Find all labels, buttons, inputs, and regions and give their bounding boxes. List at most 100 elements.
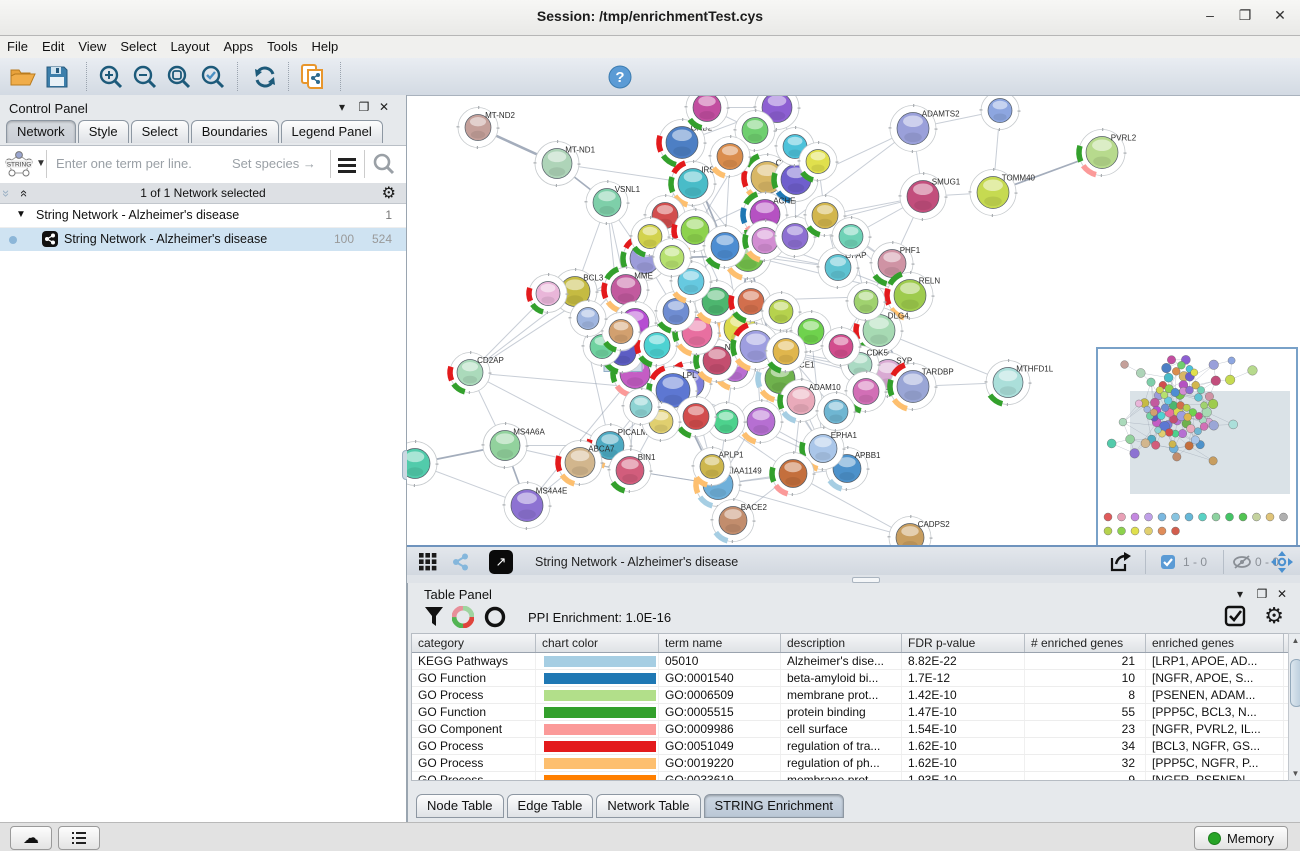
table-row[interactable]: GO FunctionGO:0005515protein binding1.47…	[412, 704, 1288, 721]
network-collection-row[interactable]: ▼ String Network - Alzheimer's disease 1	[0, 204, 406, 228]
refresh-icon[interactable]	[250, 62, 280, 91]
cloud-tasks-button[interactable]: ☁	[10, 826, 52, 850]
network-node[interactable]	[704, 226, 746, 268]
selected-nodes-checkbox-icon[interactable]	[1155, 550, 1181, 574]
network-node-vsnl1[interactable]: VSNL1	[586, 182, 641, 224]
network-node-tardbp[interactable]: TARDBP	[890, 364, 954, 410]
tab-legend-panel[interactable]: Legend Panel	[281, 120, 383, 143]
maximize-button[interactable]: ❐	[1230, 7, 1260, 27]
network-node-bace2[interactable]: BACE2	[712, 500, 767, 542]
network-node-mthfd1l[interactable]: MTHFD1L	[986, 361, 1054, 405]
network-node-irs1[interactable]: IRS1	[671, 162, 720, 206]
network-node[interactable]	[799, 143, 837, 181]
network-node-ms4a4a[interactable]: MS4A4A	[407, 442, 437, 486]
enrichment-table[interactable]: categorychart colorterm namedescriptionF…	[411, 633, 1289, 781]
zoom-out-icon[interactable]	[130, 62, 160, 91]
table-tab-edge-table[interactable]: Edge Table	[507, 794, 594, 818]
column-header[interactable]: FDR p-value	[902, 634, 1025, 652]
horizontal-splitter[interactable]	[407, 575, 1300, 583]
network-node[interactable]	[817, 393, 855, 431]
network-options-gear-icon[interactable]: ⚙	[382, 183, 396, 203]
tab-network[interactable]: Network	[6, 120, 76, 143]
select-all-checkbox-icon[interactable]	[1224, 605, 1246, 627]
table-row[interactable]: GO ProcessGO:0033619membrane prot...1.93…	[412, 772, 1288, 781]
menu-apps[interactable]: Apps	[217, 36, 261, 57]
network-node[interactable]	[570, 301, 606, 337]
table-tab-network-table[interactable]: Network Table	[596, 794, 700, 818]
string-share-icon[interactable]	[447, 550, 473, 574]
network-node[interactable]	[637, 326, 677, 366]
hidden-eye-icon[interactable]	[1229, 550, 1255, 574]
menu-help[interactable]: Help	[305, 36, 346, 57]
network-node[interactable]	[653, 239, 691, 277]
save-session-icon[interactable]	[42, 62, 72, 91]
network-row-selected[interactable]: String Network - Alzheimer's disease 100…	[0, 228, 406, 251]
network-node[interactable]	[766, 332, 806, 372]
scroll-down-icon[interactable]: ▼	[1290, 769, 1300, 778]
network-node[interactable]	[676, 397, 716, 437]
pie-chart-icon[interactable]	[452, 606, 474, 628]
string-options-icon[interactable]	[336, 155, 358, 173]
zoom-selected-icon[interactable]	[198, 62, 228, 91]
column-header[interactable]: description	[781, 634, 902, 652]
network-node[interactable]	[772, 453, 814, 495]
zoom-fit-icon[interactable]	[164, 62, 194, 91]
network-node[interactable]	[981, 96, 1019, 130]
open-in-window-icon[interactable]: ↗	[489, 550, 513, 574]
memory-button[interactable]: Memory	[1194, 826, 1288, 850]
table-tab-node-table[interactable]: Node Table	[416, 794, 504, 818]
ring-chart-icon[interactable]	[484, 606, 506, 628]
network-node-cadps2[interactable]: CADPS2	[889, 517, 950, 546]
network-node[interactable]	[602, 313, 640, 351]
column-header[interactable]: # enriched genes	[1025, 634, 1146, 652]
open-session-icon[interactable]	[8, 62, 38, 91]
network-node[interactable]	[529, 275, 567, 313]
birdseye-view[interactable]	[1096, 347, 1298, 548]
grid-view-icon[interactable]	[415, 550, 441, 574]
column-header[interactable]: enriched genes	[1146, 634, 1284, 652]
network-node[interactable]	[822, 328, 860, 366]
menu-tools[interactable]: Tools	[260, 36, 304, 57]
network-canvas[interactable]: MT-ND2MT-ND1VSNL1GAB2IRS1CHATBCHEACHEAPO…	[407, 95, 1300, 545]
network-from-file-icon[interactable]	[298, 62, 328, 91]
menu-view[interactable]: View	[71, 36, 113, 57]
network-node[interactable]	[847, 283, 885, 321]
string-logo-icon[interactable]: STRING	[2, 149, 36, 179]
menu-select[interactable]: Select	[113, 36, 163, 57]
close-button[interactable]: ✕	[1265, 7, 1295, 27]
table-row[interactable]: GO ProcessGO:0006509membrane prot...1.42…	[412, 687, 1288, 704]
network-node[interactable]	[623, 389, 659, 425]
table-tab-string-enrichment[interactable]: STRING Enrichment	[704, 794, 844, 818]
collection-expand-icon[interactable]: ▼	[16, 209, 26, 220]
filter-icon[interactable]	[424, 606, 444, 628]
network-node-pvrl2[interactable]: PVRL2	[1079, 130, 1137, 176]
export-network-icon[interactable]	[1107, 550, 1133, 574]
menu-layout[interactable]: Layout	[163, 36, 216, 57]
tab-boundaries[interactable]: Boundaries	[191, 120, 279, 143]
network-node-tomm40[interactable]: TOMM40	[970, 170, 1036, 216]
fit-content-move-icon[interactable]	[1269, 550, 1295, 574]
menu-edit[interactable]: Edit	[35, 36, 71, 57]
zoom-in-icon[interactable]	[96, 62, 126, 91]
column-header[interactable]: category	[412, 634, 536, 652]
panel-close-icon[interactable]: ✕	[1274, 587, 1290, 601]
task-history-button[interactable]	[58, 826, 100, 850]
help-icon[interactable]: ?	[605, 62, 635, 91]
panel-window-icon[interactable]: ❐	[356, 100, 372, 114]
table-row[interactable]: GO ComponentGO:0009986cell surface1.54E-…	[412, 721, 1288, 738]
string-dropdown-caret[interactable]: ▼	[36, 158, 46, 169]
tab-select[interactable]: Select	[131, 120, 189, 143]
network-node-bin1[interactable]: BIN1	[609, 450, 656, 492]
network-node-cd2ap[interactable]: CD2AP	[450, 353, 504, 393]
network-node-smug1[interactable]: SMUG1	[900, 174, 961, 220]
table-row[interactable]: GO FunctionGO:0001540beta-amyloid bi...1…	[412, 670, 1288, 687]
scrollbar-thumb[interactable]	[1290, 659, 1300, 707]
panel-close-icon[interactable]: ✕	[376, 100, 392, 114]
table-scrollbar[interactable]: ▲ ▼	[1288, 633, 1300, 781]
table-row[interactable]: GO ProcessGO:0019220regulation of ph...1…	[412, 755, 1288, 772]
string-search-icon[interactable]	[372, 152, 396, 176]
panel-window-icon[interactable]: ❐	[1254, 587, 1270, 601]
column-header[interactable]: term name	[659, 634, 781, 652]
set-species-label[interactable]: Set species →	[232, 156, 316, 171]
string-query-placeholder[interactable]: Enter one term per line.	[56, 156, 192, 171]
